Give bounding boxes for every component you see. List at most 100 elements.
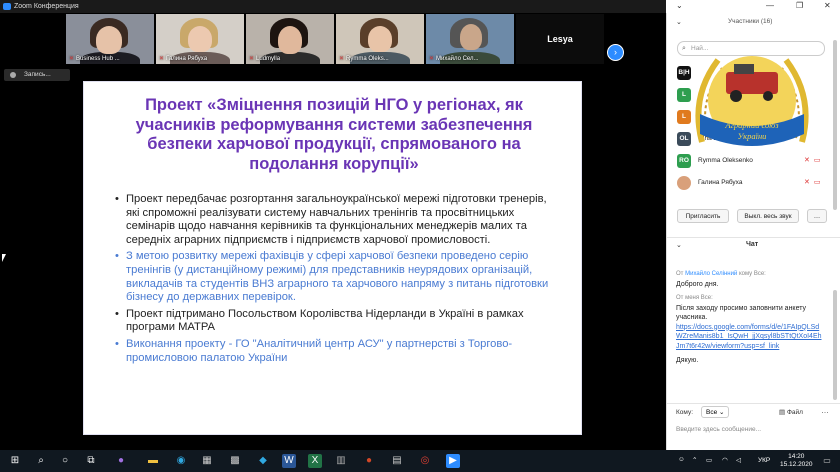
tile-name: Галина Рябуха (166, 56, 208, 62)
slide-title: Проект «Зміцнення позицій НГО у регіонах… (135, 96, 533, 173)
video-off-icon: ▭ (813, 179, 825, 186)
notification-icon[interactable]: ▭ (820, 454, 834, 468)
tile-name: Business Hub ... (76, 56, 120, 62)
video-tile[interactable]: ✕ Ludmylla (246, 14, 334, 64)
mic-muted-icon: ✕ (69, 56, 75, 62)
file-button[interactable]: ▤ Файл (779, 408, 803, 416)
search-icon[interactable]: ⌕ (34, 454, 48, 468)
message-text: Дякую. (676, 357, 699, 364)
mic-muted-icon: ✕ (804, 179, 814, 186)
participants-header: ⌄ Участники (16) (667, 16, 840, 30)
next-page-button[interactable]: › (607, 44, 624, 61)
video-tile[interactable]: ✕ Михайло Сел... (426, 14, 514, 64)
window-controls: ⌄ — ❐ ✕ (666, 0, 840, 13)
app-icon[interactable]: ▩ (228, 454, 242, 468)
app-icon[interactable]: ● (114, 454, 128, 468)
chat-scrollbar[interactable] (833, 290, 837, 400)
chrome-icon[interactable]: ◎ (418, 454, 432, 468)
edge-icon[interactable]: ◉ (174, 454, 188, 468)
excel-icon[interactable]: X (308, 454, 322, 468)
minimize-button[interactable]: — (766, 1, 774, 10)
mute-all-button[interactable]: Выкл. весь звук (737, 209, 799, 223)
zoom-taskbar-icon[interactable]: ▶ (446, 454, 460, 468)
powerpoint-icon[interactable]: ● (362, 454, 376, 468)
video-tile[interactable]: Lesya (516, 14, 604, 64)
app-icon[interactable]: ◆ (256, 454, 270, 468)
window-title: Zoom Конференция (14, 3, 79, 10)
collapse-chevron-icon[interactable]: ⌄ (676, 1, 683, 10)
task-view-icon[interactable]: ⧉ (84, 454, 98, 468)
to-label: Кому: (676, 409, 693, 416)
close-button[interactable]: ✕ (824, 1, 831, 10)
wifi-icon[interactable]: ◠ (722, 456, 728, 464)
app-icon[interactable]: ▤ (390, 454, 404, 468)
video-tile[interactable]: ✕ Галина Рябуха (156, 14, 244, 64)
maximize-button[interactable]: ❐ (796, 1, 803, 10)
language-indicator[interactable]: УКР (758, 457, 770, 464)
mic-muted-icon: ✕ (339, 56, 345, 62)
app-icon[interactable]: ▥ (334, 454, 348, 468)
form-link[interactable]: https://docs.google.com/forms/d/e/1FAIpQ… (676, 324, 822, 350)
invite-button[interactable]: Пригласить (677, 209, 729, 223)
participant-row[interactable]: Галина Рябуха ✕▭ (667, 173, 840, 193)
video-tile[interactable]: ✕ Rymma Oleks... (336, 14, 424, 64)
bullet-item: З метою розвитку мережі фахівців у сфері… (114, 250, 559, 304)
clock-date: 15.12.2020 (780, 461, 813, 468)
zoom-app-icon (3, 3, 11, 10)
file-explorer-icon[interactable]: ▬ (146, 454, 160, 468)
zoom-window: Zoom Конференция ⌄ — ❐ ✕ ✕ Business Hub .… (0, 0, 840, 472)
message-meta: От меня Все: (676, 295, 713, 301)
logo-text-line1: Аграрний союз (724, 120, 779, 130)
cortana-icon[interactable]: ○ (58, 454, 72, 468)
chevron-down-icon[interactable]: ⌄ (676, 241, 682, 249)
chevron-right-icon: › (614, 47, 617, 57)
agrarian-union-logo: Аграрний союз України (695, 56, 809, 146)
avatar (677, 176, 691, 190)
windows-taskbar: ⊞ ⌕ ○ ⧉ ● ▬ ◉ ▦ ▩ ◆ W X ▥ ● ▤ ◎ ▶ ☺ ⌃ ▭ … (0, 450, 840, 472)
more-icon[interactable]: … (821, 406, 829, 415)
message-meta: От Михайло Селінний кому Все: (676, 271, 766, 277)
bullet-item: Виконання проекту - ГО "Аналітичний цент… (114, 338, 559, 365)
tile-name: Lesya (547, 34, 573, 44)
mic-muted-icon: ✕ (249, 56, 255, 62)
chat-messages: От Михайло Селінний кому Все: Доброго дн… (676, 265, 822, 366)
clock-time: 14:20 (788, 453, 805, 460)
bullet-item: Проект передбачає розгортання загальноук… (114, 193, 559, 247)
recipient-select[interactable]: Все ⌄ (701, 406, 729, 418)
chevron-up-icon[interactable]: ⌃ (692, 456, 697, 464)
video-gallery: ✕ Business Hub ... ✕ Галина Рябуха ✕ Ludmyl… (0, 13, 666, 68)
tile-name: Ludmylla (256, 56, 281, 62)
shared-screen-slide: Проект «Зміцнення позицій НГО у регіонах… (83, 81, 582, 435)
system-clock[interactable]: 14:20 15.12.2020 (780, 453, 813, 469)
participant-name: Галина Рябуха (698, 179, 743, 186)
recording-indicator[interactable]: Запись... (4, 69, 70, 81)
chat-footer: Кому: Все ⌄ ▤ Файл … Введите здесь сообщ… (667, 403, 840, 450)
record-icon (10, 72, 16, 78)
word-icon[interactable]: W (282, 454, 296, 468)
windows-start-icon[interactable]: ⊞ (8, 454, 22, 468)
network-icon[interactable]: ▭ (706, 456, 712, 464)
tile-name: Михайло Сел... (436, 56, 479, 62)
chevron-down-icon[interactable]: ⌄ (676, 18, 682, 26)
logo-text-line2: України (738, 131, 767, 141)
title-bar: Zoom Конференция (0, 0, 666, 13)
chat-title: Чат (746, 241, 759, 248)
file-icon: ▤ (779, 409, 786, 416)
slide-bullets: Проект передбачає розгортання загальноук… (114, 193, 559, 368)
bullet-item: Проект підтримано Посольством Королівств… (114, 308, 559, 335)
volume-icon[interactable]: ◁ (736, 456, 741, 464)
participants-title: Участники (16) (728, 18, 773, 25)
mouse-cursor (2, 254, 6, 262)
recording-label: Запись... (24, 71, 51, 78)
store-icon[interactable]: ▦ (200, 454, 214, 468)
video-tile[interactable]: ✕ Business Hub ... (66, 14, 154, 64)
chat-header: ⌄ Чат (667, 237, 840, 251)
search-icon: ⌕ (682, 45, 686, 52)
chat-message-input[interactable]: Введите здесь сообщение... (676, 426, 826, 433)
people-icon[interactable]: ☺ (678, 456, 685, 463)
participants-scrollbar[interactable] (833, 40, 837, 210)
participant-actions: Пригласить Выкл. весь звук … (667, 209, 840, 227)
mic-muted-icon: ✕ (159, 56, 165, 62)
more-options-button[interactable]: … (807, 209, 827, 223)
tile-name: Rymma Oleks... (346, 56, 389, 62)
